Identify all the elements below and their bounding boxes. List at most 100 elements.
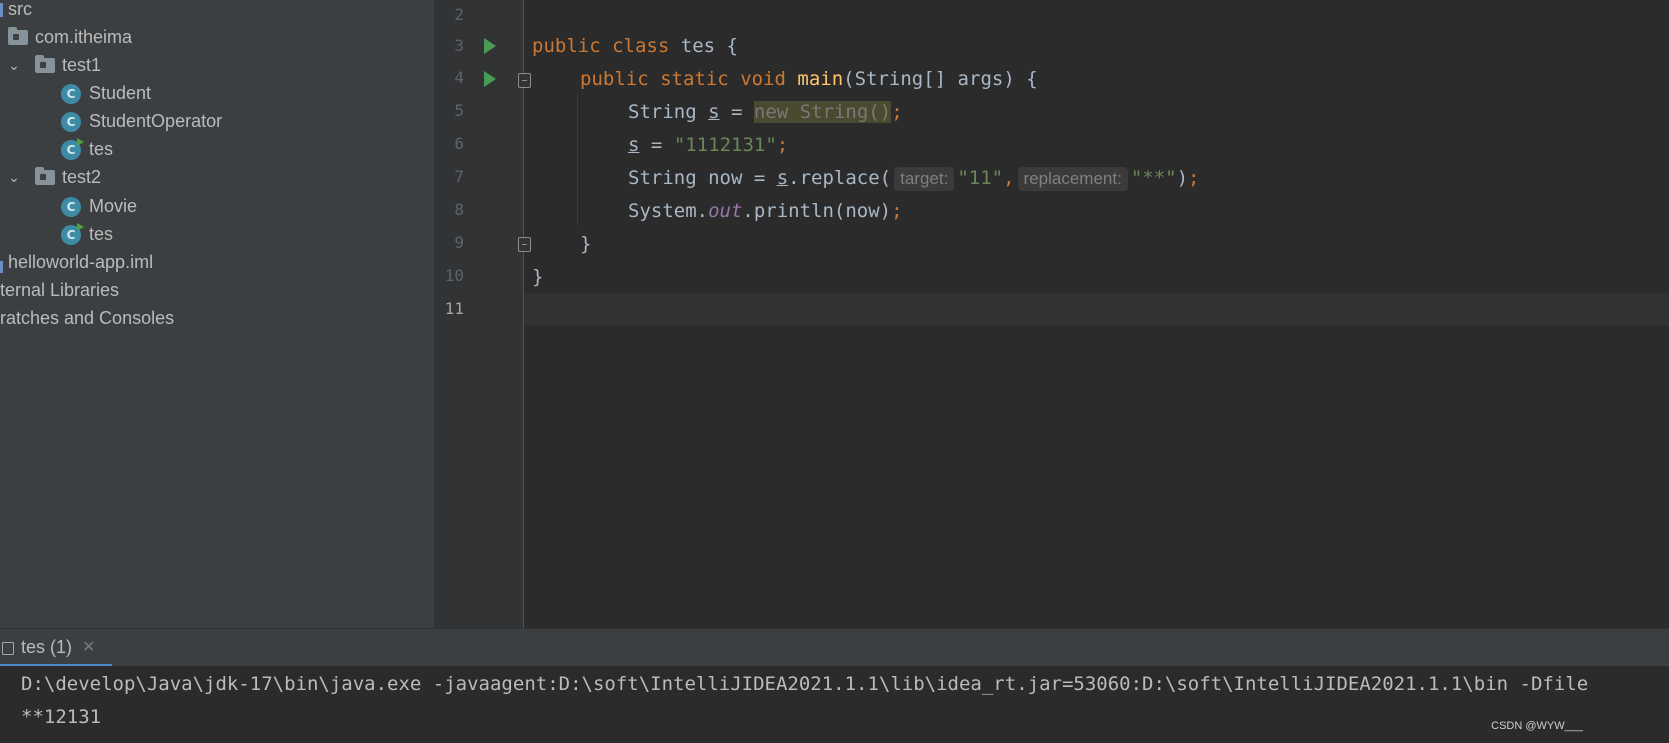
tree-item-label: ratches and Consoles <box>0 308 175 328</box>
class-name: tes <box>680 35 716 57</box>
code-editor[interactable]: 2 3 4 5 6 7 8 9 10 11 public class tes {… <box>434 0 1669 628</box>
tree-item-tes[interactable]: C tes <box>0 134 434 164</box>
package-icon <box>8 27 28 45</box>
line-number-current: 11 <box>444 299 464 318</box>
code-line-3: public class tes { <box>532 30 738 63</box>
paren: ) <box>1176 167 1189 189</box>
code-text: System. <box>628 200 709 222</box>
operator: = <box>731 101 743 123</box>
tree-item-label: StudentOperator <box>89 111 223 131</box>
tree-item-helloworld-app-iml[interactable]: helloworld-app.iml <box>0 247 434 277</box>
line-number: 9 <box>454 233 464 252</box>
line-number: 7 <box>454 167 464 186</box>
runnable-class-icon: C <box>61 138 84 160</box>
run-console[interactable]: D:\develop\Java\jdk-17\bin\java.exe -jav… <box>0 666 1669 743</box>
type-name: String <box>628 101 697 123</box>
code-line-6: s = "1112131"; <box>628 129 788 162</box>
brace: } <box>532 266 544 288</box>
method-call: .println(now) <box>742 200 892 222</box>
run-tab-label: tes (1) <box>21 637 73 657</box>
code-line-8: System.out.println(now); <box>628 195 903 228</box>
tree-item-com-itheima[interactable]: com.itheima <box>0 22 434 52</box>
tree-item-external-libraries[interactable]: ternal Libraries <box>0 275 434 305</box>
module-file-icon <box>0 261 3 273</box>
line-number: 4 <box>454 68 464 87</box>
console-command-line: D:\develop\Java\jdk-17\bin\java.exe -jav… <box>21 673 1589 695</box>
method-call: .replace( <box>788 167 892 189</box>
line-number: 6 <box>454 134 464 153</box>
tree-item-movie[interactable]: C Movie <box>0 191 434 221</box>
run-tool-window-header: tes (1) ✕ <box>0 628 1669 667</box>
keyword: void <box>740 68 786 90</box>
console-icon <box>2 642 14 655</box>
tree-item-label: test2 <box>62 167 102 187</box>
tree-item-label: Student <box>89 83 152 103</box>
run-tab[interactable]: tes (1) ✕ <box>0 629 112 667</box>
code-line-5: String s = new String(); <box>628 96 903 129</box>
line-number: 3 <box>454 36 464 55</box>
tree-item-label: Movie <box>89 196 138 216</box>
parameter-hint: replacement: <box>1017 167 1128 191</box>
comma: , <box>1003 167 1015 189</box>
fold-icon[interactable] <box>518 73 531 88</box>
current-line-highlight <box>524 293 1669 326</box>
string-literal: "1112131" <box>673 134 777 156</box>
redundant-expression: new String() <box>753 101 892 123</box>
package-icon <box>35 55 55 73</box>
close-icon[interactable]: ✕ <box>82 637 95 657</box>
static-field: out <box>708 200 743 222</box>
project-tree: src com.itheima ⌄ test1 C Student C Stud… <box>0 0 434 628</box>
tree-item-test2[interactable]: ⌄ test2 <box>0 162 434 192</box>
tree-item-test1[interactable]: ⌄ test1 <box>0 50 434 80</box>
line-number: 8 <box>454 200 464 219</box>
class-icon: C <box>61 197 81 217</box>
semicolon: ; <box>891 101 903 123</box>
code-line-9: } <box>580 228 591 261</box>
semicolon: ; <box>1188 167 1200 189</box>
tree-item-label: tes <box>89 139 114 159</box>
tree-item-label: helloworld-app.iml <box>8 252 154 272</box>
package-icon <box>35 167 55 185</box>
brace: } <box>580 233 592 255</box>
tree-item-label: test1 <box>62 55 102 75</box>
keyword: static <box>660 68 729 90</box>
tree-item-studentoperator[interactable]: C StudentOperator <box>0 106 434 136</box>
class-icon: C <box>61 112 81 132</box>
method-name: main <box>797 68 844 90</box>
parameter-hint: target: <box>894 167 955 191</box>
tree-item-src[interactable]: src <box>0 0 434 24</box>
code-text: String now = <box>628 167 777 189</box>
tree-item-label: ternal Libraries <box>0 280 120 300</box>
line-number: 2 <box>454 5 464 24</box>
method-params: (String[] args) { <box>843 68 1038 90</box>
string-literal: "11" <box>957 167 1004 189</box>
console-output-line: **12131 <box>21 706 102 728</box>
class-icon: C <box>61 84 81 104</box>
runnable-class-icon: C <box>61 223 84 245</box>
run-main-icon[interactable] <box>484 71 496 87</box>
operator: = <box>650 134 663 156</box>
code-line-10: } <box>532 261 543 294</box>
chevron-down-icon[interactable]: ⌄ <box>7 162 21 192</box>
tree-item-scratches-and-consoles[interactable]: ratches and Consoles <box>0 303 434 333</box>
semicolon: ; <box>891 200 903 222</box>
keyword: public <box>580 68 649 90</box>
keyword: class <box>612 35 670 57</box>
fold-icon[interactable] <box>518 237 531 252</box>
variable: s <box>628 134 640 156</box>
indent-guide <box>577 93 578 225</box>
code-line-4: public static void main(String[] args) { <box>580 63 1038 96</box>
gutter-divider <box>523 0 524 628</box>
keyword: public <box>532 35 601 57</box>
tree-item-tes[interactable]: C tes <box>0 219 434 249</box>
run-class-icon[interactable] <box>484 38 496 54</box>
chevron-down-icon[interactable]: ⌄ <box>7 50 21 80</box>
variable: s <box>708 101 720 123</box>
string-literal: "**" <box>1130 167 1177 189</box>
tree-item-student[interactable]: C Student <box>0 78 434 108</box>
brace: { <box>726 35 738 57</box>
line-number: 10 <box>444 266 464 285</box>
semicolon: ; <box>776 134 789 156</box>
variable: s <box>776 167 789 189</box>
tree-item-label: com.itheima <box>35 27 133 47</box>
